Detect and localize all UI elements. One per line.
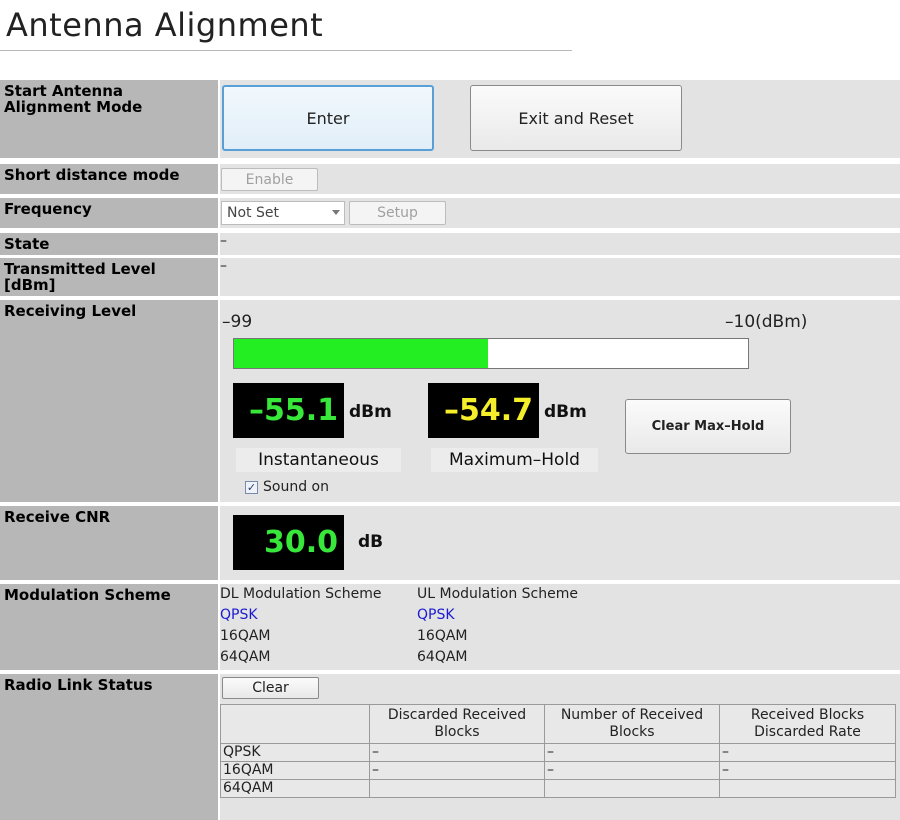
- transmitted-level-value: –: [220, 258, 227, 274]
- instantaneous-display: –55.1: [233, 383, 344, 438]
- sound-on-label: Sound on: [263, 479, 329, 495]
- transmitted-level-cell: [220, 258, 900, 296]
- radio-link-status-table: Discarded Received Blocks Number of Rece…: [220, 704, 896, 798]
- table-cell: –: [369, 761, 545, 780]
- label-transmitted-level: Transmitted Level [dBm]: [0, 258, 218, 296]
- frequency-select[interactable]: Not Set: [221, 201, 345, 225]
- setup-button[interactable]: Setup: [349, 201, 446, 225]
- bar-max-label: –10(dBm): [725, 312, 808, 332]
- chevron-down-icon: [332, 210, 340, 215]
- table-cell: [719, 779, 896, 798]
- cnr-display: 30.0: [233, 515, 344, 570]
- short-distance-cell: [220, 164, 900, 194]
- label-receive-cnr: Receive CNR: [0, 506, 218, 580]
- label-radio-link-status: Radio Link Status: [0, 674, 218, 820]
- dl-modulation-header: DL Modulation Scheme: [220, 586, 382, 602]
- table-cell: –: [369, 743, 545, 762]
- table-header: Discarded Received Blocks: [369, 704, 545, 744]
- table-header: [220, 704, 370, 744]
- cnr-unit: dB: [358, 532, 384, 552]
- clear-max-hold-button[interactable]: Clear Max–Hold: [625, 399, 791, 454]
- table-cell: –: [544, 761, 720, 780]
- title-divider: [0, 50, 572, 51]
- table-cell: [369, 779, 545, 798]
- table-row: 16QAM – – –: [220, 761, 896, 780]
- maxhold-display: –54.7: [428, 383, 539, 438]
- ul-modulation-item: QPSK: [417, 607, 455, 623]
- table-cell: –: [544, 743, 720, 762]
- receiving-level-bar-fill: [234, 339, 488, 368]
- checkmark-icon: ✓: [246, 481, 257, 494]
- dl-modulation-item: 64QAM: [220, 649, 271, 665]
- table-row: 64QAM: [220, 779, 896, 798]
- receiving-level-bar: [233, 338, 749, 369]
- label-modulation-scheme: Modulation Scheme: [0, 584, 218, 670]
- label-receiving-level: Receiving Level: [0, 300, 218, 502]
- state-value: –: [220, 233, 227, 249]
- page-title: Antenna Alignment: [6, 6, 324, 44]
- table-row: QPSK – – –: [220, 743, 896, 762]
- table-cell: 64QAM: [220, 779, 370, 798]
- dl-modulation-item: QPSK: [220, 607, 258, 623]
- maxhold-caption: Maximum–Hold: [431, 448, 598, 472]
- label-state: State: [0, 233, 218, 255]
- sound-on-checkbox[interactable]: ✓: [245, 481, 258, 494]
- instantaneous-unit: dBm: [349, 402, 392, 422]
- table-cell: 16QAM: [220, 761, 370, 780]
- label-short-distance: Short distance mode: [0, 164, 218, 194]
- enter-button[interactable]: Enter: [222, 85, 434, 151]
- state-cell: [220, 233, 900, 255]
- ul-modulation-item: 16QAM: [417, 628, 468, 644]
- table-cell: QPSK: [220, 743, 370, 762]
- table-header: Received Blocks Discarded Rate: [719, 704, 896, 744]
- ul-modulation-list: UL Modulation Scheme QPSK 16QAM 64QAM: [417, 584, 578, 668]
- ul-modulation-item: 64QAM: [417, 649, 468, 665]
- label-frequency: Frequency: [0, 198, 218, 228]
- table-cell: –: [719, 743, 896, 762]
- dl-modulation-list: DL Modulation Scheme QPSK 16QAM 64QAM: [220, 584, 382, 668]
- clear-button[interactable]: Clear: [222, 677, 319, 699]
- table-cell: [544, 779, 720, 798]
- instantaneous-caption: Instantaneous: [236, 448, 401, 472]
- table-cell: –: [719, 761, 896, 780]
- enable-button[interactable]: Enable: [221, 168, 318, 191]
- ul-modulation-header: UL Modulation Scheme: [417, 586, 578, 602]
- table-header-row: Discarded Received Blocks Number of Rece…: [220, 704, 896, 744]
- maxhold-unit: dBm: [544, 402, 587, 422]
- dl-modulation-item: 16QAM: [220, 628, 271, 644]
- bar-min-label: –99: [222, 312, 253, 332]
- table-header: Number of Received Blocks: [544, 704, 720, 744]
- frequency-select-value: Not Set: [227, 205, 279, 221]
- label-start-alignment: Start Antenna Alignment Mode: [0, 80, 218, 158]
- exit-and-reset-button[interactable]: Exit and Reset: [470, 85, 682, 151]
